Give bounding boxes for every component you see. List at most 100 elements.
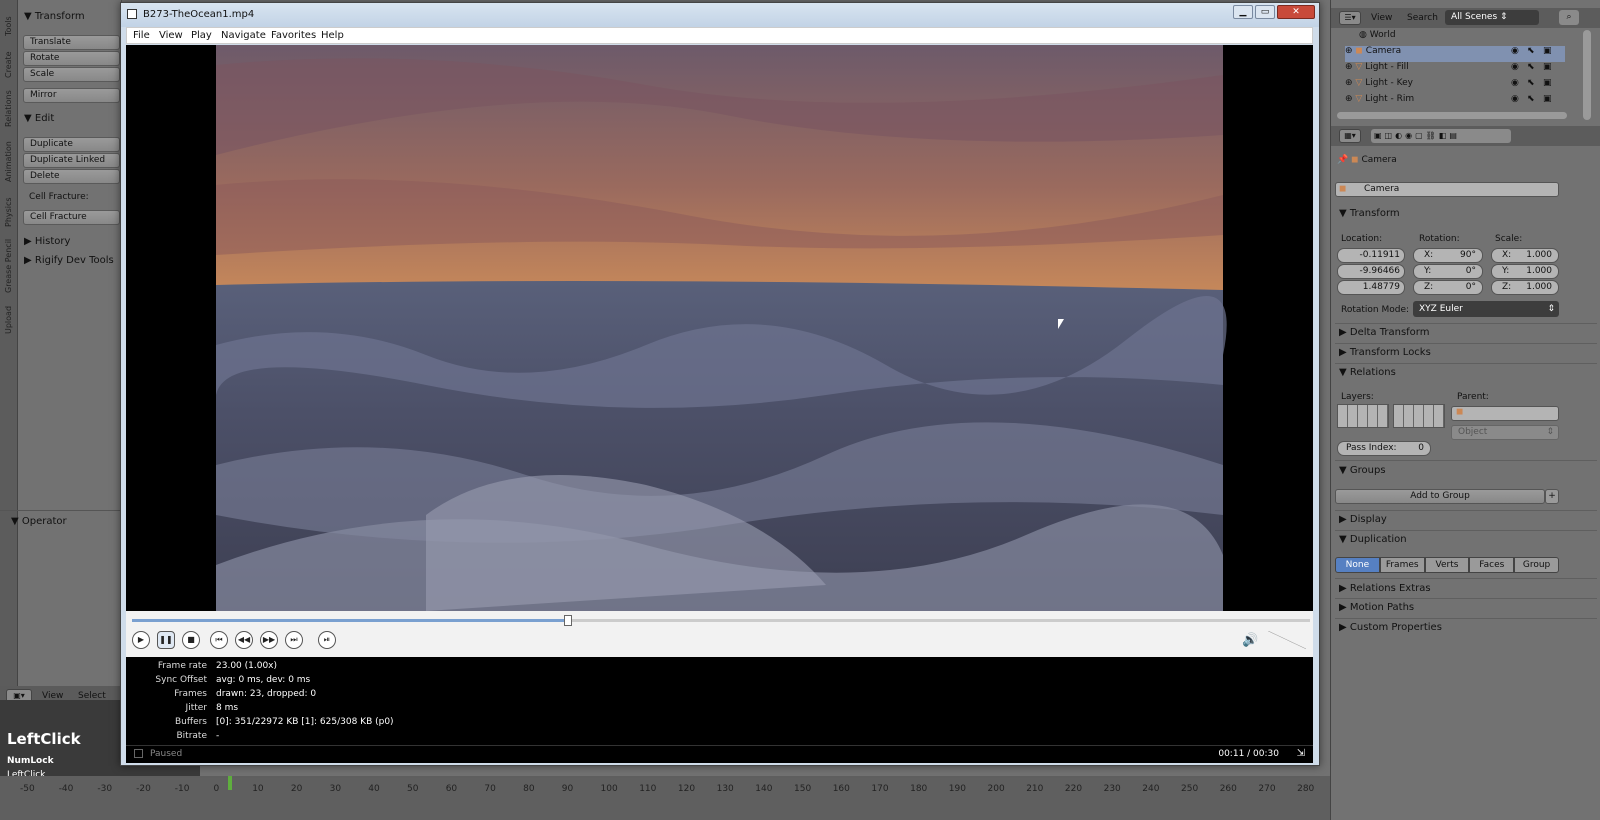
minimize-button[interactable]: ▁ <box>1233 5 1253 19</box>
render-icon[interactable]: ▣ <box>1543 62 1552 72</box>
pin-icon[interactable]: 📌 <box>1337 155 1348 165</box>
outliner-row-light-rim[interactable]: ⊕ ▽ Light - Rim ◉ ⬉ ▣ <box>1345 94 1565 110</box>
delete-button[interactable]: Delete <box>23 169 120 184</box>
outliner-row-light-key[interactable]: ⊕ ▽ Light - Key ◉ ⬉ ▣ <box>1345 78 1565 94</box>
tab-relations[interactable]: Relations <box>2 86 16 132</box>
location-z-field[interactable]: 1.48779 <box>1337 280 1405 295</box>
parent-type-dropdown[interactable]: Object ⇕ <box>1451 425 1559 440</box>
menu-file[interactable]: File <box>133 30 150 41</box>
duplication-header[interactable]: ▼ Duplication <box>1339 534 1407 545</box>
translate-button[interactable]: Translate <box>23 35 120 50</box>
tab-tools[interactable]: Tools <box>2 6 16 46</box>
outliner-row-camera[interactable]: ⊕ ◼ Camera ◉ ⬉ ▣ <box>1345 46 1565 62</box>
outliner-row-light-fill[interactable]: ⊕ ▽ Light - Fill ◉ ⬉ ▣ <box>1345 62 1565 78</box>
eye-icon[interactable]: ◉ <box>1511 62 1519 72</box>
relations-extras-header[interactable]: ▶ Relations Extras <box>1339 583 1431 594</box>
video-frame[interactable] <box>126 45 1313 611</box>
relations-header[interactable]: ▼ Relations <box>1339 367 1396 378</box>
seek-bar[interactable] <box>132 615 1310 626</box>
rotation-x-field[interactable]: X: 90° <box>1413 248 1483 263</box>
tab-grease-pencil[interactable]: Grease Pencil <box>2 236 16 296</box>
volume-icon[interactable]: 🔊 <box>1242 633 1258 648</box>
rotation-y-field[interactable]: Y: 0° <box>1413 264 1483 279</box>
outliner-row-world[interactable]: ◍ World <box>1359 30 1600 46</box>
render-icon[interactable]: ▣ <box>1543 46 1552 56</box>
mirror-button[interactable]: Mirror <box>23 88 120 103</box>
pass-index-field[interactable]: Pass Index: 0 <box>1337 441 1431 456</box>
current-frame-marker[interactable] <box>228 776 232 790</box>
menu-navigate[interactable]: Navigate <box>221 30 266 41</box>
layers-grid-1[interactable] <box>1337 404 1389 428</box>
tab-upload[interactable]: Upload <box>2 300 16 340</box>
editor-type-icon[interactable]: ▦▾ <box>1339 129 1361 143</box>
play-icon[interactable]: ▶ <box>132 631 150 649</box>
outliner-search-menu[interactable]: Search <box>1407 13 1438 23</box>
context-tab-icons[interactable]: ▣◫◐◉▢⛓◧▤ <box>1371 129 1511 143</box>
scale-button[interactable]: Scale <box>23 67 120 82</box>
scrollbar[interactable] <box>1583 30 1591 120</box>
scenes-dropdown[interactable]: All Scenes ⇕ <box>1445 10 1539 25</box>
tab-animation[interactable]: Animation <box>2 136 16 188</box>
parent-field[interactable]: ◼ <box>1451 406 1559 421</box>
fullscreen-icon[interactable]: ⇲ <box>1297 748 1305 759</box>
scale-x-field[interactable]: X: 1.000 <box>1491 248 1559 263</box>
outliner-view-menu[interactable]: View <box>1371 13 1392 23</box>
tab-physics[interactable]: Physics <box>2 192 16 232</box>
menu-view[interactable]: View <box>159 30 183 41</box>
eye-icon[interactable]: ◉ <box>1511 94 1519 104</box>
menu-help[interactable]: Help <box>321 30 344 41</box>
transform-section-header[interactable]: ▼ Transform <box>1339 208 1400 219</box>
dup-group-button[interactable]: Group <box>1514 557 1559 573</box>
cursor-icon[interactable]: ⬉ <box>1527 46 1535 56</box>
dup-none-button[interactable]: None <box>1335 557 1380 573</box>
rotation-mode-dropdown[interactable]: XYZ Euler ⇕ <box>1413 301 1559 317</box>
skip-forward-icon[interactable]: ⏭ <box>285 631 303 649</box>
object-name-field[interactable]: Camera <box>1335 182 1559 197</box>
editor-type-icon[interactable]: ☰▾ <box>1339 11 1361 25</box>
cell-fracture-button[interactable]: Cell Fracture <box>23 210 120 225</box>
stop-icon[interactable]: ■ <box>182 631 200 649</box>
rigify-panel-header[interactable]: ▶ Rigify Dev Tools <box>24 255 114 266</box>
transform-panel-header[interactable]: ▼ Transform <box>24 11 85 22</box>
cursor-icon[interactable]: ⬉ <box>1527 62 1535 72</box>
plus-icon[interactable]: + <box>1545 489 1559 504</box>
rewind-icon[interactable]: ◀◀ <box>235 631 253 649</box>
edit-panel-header[interactable]: ▼ Edit <box>24 113 54 124</box>
motion-paths-header[interactable]: ▶ Motion Paths <box>1339 602 1414 613</box>
seek-thumb[interactable] <box>563 615 572 626</box>
eye-icon[interactable]: ◉ <box>1511 46 1519 56</box>
outliner-scrollbar[interactable] <box>1337 112 1567 119</box>
cursor-icon[interactable]: ⬉ <box>1527 78 1535 88</box>
skip-back-icon[interactable]: ⏮ <box>210 631 228 649</box>
eye-icon[interactable]: ◉ <box>1511 78 1519 88</box>
dup-verts-button[interactable]: Verts <box>1424 557 1470 573</box>
add-to-group-button[interactable]: Add to Group <box>1335 489 1545 504</box>
duplicate-linked-button[interactable]: Duplicate Linked <box>23 153 120 168</box>
delta-transform-header[interactable]: ▶ Delta Transform <box>1339 327 1429 338</box>
close-button[interactable]: ✕ <box>1277 5 1315 19</box>
rotation-z-field[interactable]: Z: 0° <box>1413 280 1483 295</box>
transform-locks-header[interactable]: ▶ Transform Locks <box>1339 347 1431 358</box>
pause-icon[interactable]: ❚❚ <box>157 631 175 649</box>
dup-faces-button[interactable]: Faces <box>1469 557 1515 573</box>
custom-properties-header[interactable]: ▶ Custom Properties <box>1339 622 1442 633</box>
search-icon[interactable]: ⌕ <box>1559 10 1579 25</box>
layers-grid-2[interactable] <box>1393 404 1445 428</box>
render-icon[interactable]: ▣ <box>1543 78 1552 88</box>
render-icon[interactable]: ▣ <box>1543 94 1552 104</box>
display-header[interactable]: ▶ Display <box>1339 514 1387 525</box>
location-x-field[interactable]: -0.11911 <box>1337 248 1405 263</box>
timeline[interactable]: -50 -40 -30 -20 -10 0 10 20 30 40 50 60 70 80 90 100 110… <box>0 776 1330 820</box>
tab-create[interactable]: Create <box>2 48 16 82</box>
operator-panel-header[interactable]: ▼ Operator <box>11 516 67 527</box>
maximize-button[interactable]: ▭ <box>1255 5 1275 19</box>
duplicate-button[interactable]: Duplicate <box>23 137 120 152</box>
frame-step-icon[interactable]: ⏯ <box>318 631 336 649</box>
scale-y-field[interactable]: Y: 1.000 <box>1491 264 1559 279</box>
scale-z-field[interactable]: Z: 1.000 <box>1491 280 1559 295</box>
cursor-icon[interactable]: ⬉ <box>1527 94 1535 104</box>
rotate-button[interactable]: Rotate <box>23 51 120 66</box>
location-y-field[interactable]: -9.96466 <box>1337 264 1405 279</box>
menu-favorites[interactable]: Favorites <box>271 30 316 41</box>
dup-frames-button[interactable]: Frames <box>1379 557 1425 573</box>
